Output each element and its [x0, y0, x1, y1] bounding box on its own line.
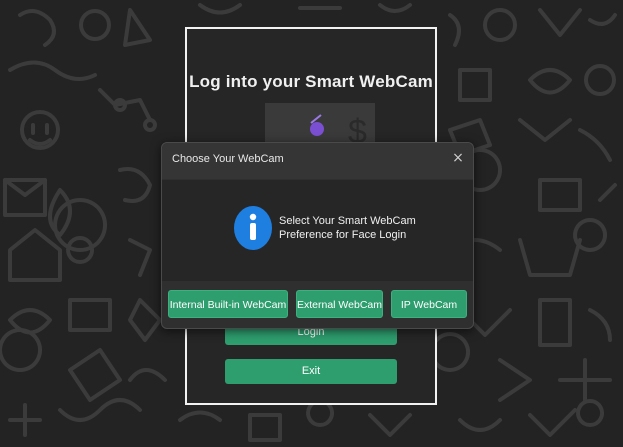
dialog-title: Choose Your WebCam — [172, 153, 284, 165]
exit-button[interactable]: Exit — [225, 359, 397, 384]
ip-webcam-button[interactable]: IP WebCam — [391, 290, 467, 318]
message-line-1: Select Your Smart WebCam — [279, 215, 416, 227]
dialog-header: Choose Your WebCam × — [162, 143, 473, 179]
info-icon — [234, 206, 272, 250]
dialog-body: Select Your Smart WebCam Preference for … — [162, 180, 473, 281]
dialog-message: Select Your Smart WebCam Preference for … — [279, 214, 416, 242]
close-icon[interactable]: × — [451, 149, 465, 167]
login-title: Log into your Smart WebCam — [189, 72, 433, 91]
choose-webcam-dialog: Choose Your WebCam × Select Your Smart W… — [161, 142, 474, 329]
message-line-2: Preference for Face Login — [279, 229, 407, 241]
external-webcam-button[interactable]: External WebCam — [296, 290, 383, 318]
internal-webcam-button[interactable]: Internal Built-in WebCam — [168, 290, 288, 318]
